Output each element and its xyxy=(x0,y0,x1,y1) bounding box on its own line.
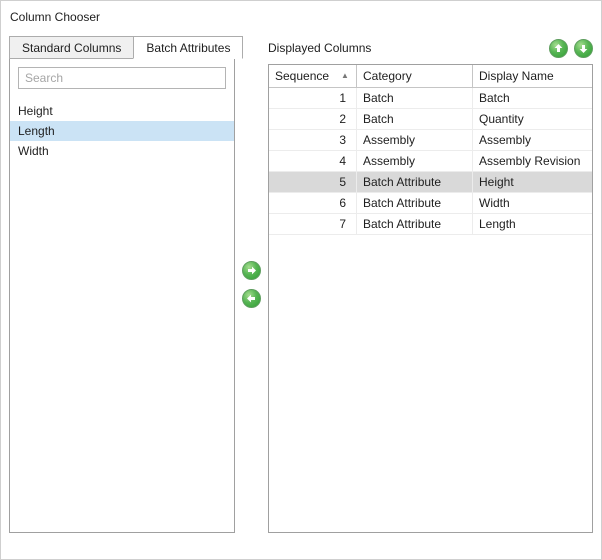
displayed-columns-panel: Displayed Columns Sequence ▲ xyxy=(268,36,593,533)
cell-category[interactable]: Batch Attribute xyxy=(357,172,473,192)
source-panel: Standard Columns Batch Attributes Height… xyxy=(9,36,235,533)
attribute-panel: HeightLengthWidth xyxy=(9,58,235,533)
list-item[interactable]: Width xyxy=(10,141,234,161)
transfer-buttons xyxy=(235,36,268,533)
cell-display-name[interactable]: Width xyxy=(473,193,592,213)
cell-sequence[interactable]: 3 xyxy=(269,130,357,150)
page-title: Column Chooser xyxy=(10,10,601,24)
column-header-display-name[interactable]: Display Name xyxy=(473,65,592,87)
add-column-button[interactable] xyxy=(242,261,261,280)
reorder-buttons xyxy=(549,39,593,58)
table-row[interactable]: 7Batch AttributeLength xyxy=(269,214,592,235)
cell-sequence[interactable]: 1 xyxy=(269,88,357,108)
cell-display-name[interactable]: Quantity xyxy=(473,109,592,129)
cell-sequence[interactable]: 6 xyxy=(269,193,357,213)
table-row[interactable]: 3AssemblyAssembly xyxy=(269,130,592,151)
list-item[interactable]: Length xyxy=(10,121,234,141)
table-row[interactable]: 4AssemblyAssembly Revision xyxy=(269,151,592,172)
cell-category[interactable]: Batch Attribute xyxy=(357,193,473,213)
search-input[interactable] xyxy=(18,67,226,89)
cell-display-name[interactable]: Assembly xyxy=(473,130,592,150)
grid-body: 1BatchBatch2BatchQuantity3AssemblyAssemb… xyxy=(269,88,592,532)
cell-display-name[interactable]: Assembly Revision xyxy=(473,151,592,171)
cell-sequence[interactable]: 2 xyxy=(269,109,357,129)
move-up-button[interactable] xyxy=(549,39,568,58)
arrow-up-circle-icon xyxy=(553,43,564,54)
cell-category[interactable]: Batch Attribute xyxy=(357,214,473,234)
arrow-right-circle-icon xyxy=(246,265,257,276)
table-row[interactable]: 2BatchQuantity xyxy=(269,109,592,130)
cell-display-name[interactable]: Length xyxy=(473,214,592,234)
cell-category[interactable]: Assembly xyxy=(357,130,473,150)
cell-category[interactable]: Batch xyxy=(357,109,473,129)
cell-display-name[interactable]: Batch xyxy=(473,88,592,108)
column-header-category[interactable]: Category xyxy=(357,65,473,87)
table-row[interactable]: 6Batch AttributeWidth xyxy=(269,193,592,214)
displayed-columns-header: Displayed Columns xyxy=(268,36,593,60)
cell-display-name[interactable]: Height xyxy=(473,172,592,192)
arrow-left-circle-icon xyxy=(246,293,257,304)
cell-sequence[interactable]: 4 xyxy=(269,151,357,171)
list-item[interactable]: Height xyxy=(10,101,234,121)
displayed-columns-title: Displayed Columns xyxy=(268,41,549,55)
arrow-down-circle-icon xyxy=(578,43,589,54)
tab-strip: Standard Columns Batch Attributes xyxy=(9,36,235,58)
displayed-columns-grid: Sequence ▲ Category Display Name 1BatchB… xyxy=(268,64,593,533)
cell-sequence[interactable]: 7 xyxy=(269,214,357,234)
column-chooser-body: Standard Columns Batch Attributes Height… xyxy=(9,36,593,533)
tab-standard-columns[interactable]: Standard Columns xyxy=(9,36,134,59)
table-row[interactable]: 1BatchBatch xyxy=(269,88,592,109)
remove-column-button[interactable] xyxy=(242,289,261,308)
column-header-sequence-label: Sequence xyxy=(275,69,329,83)
grid-header-row: Sequence ▲ Category Display Name xyxy=(269,65,592,88)
cell-category[interactable]: Batch xyxy=(357,88,473,108)
tab-batch-attributes[interactable]: Batch Attributes xyxy=(133,36,243,59)
sort-ascending-icon: ▲ xyxy=(341,72,349,80)
column-header-sequence[interactable]: Sequence ▲ xyxy=(269,65,357,87)
cell-category[interactable]: Assembly xyxy=(357,151,473,171)
attribute-list: HeightLengthWidth xyxy=(10,101,234,532)
move-down-button[interactable] xyxy=(574,39,593,58)
table-row[interactable]: 5Batch AttributeHeight xyxy=(269,172,592,193)
cell-sequence[interactable]: 5 xyxy=(269,172,357,192)
